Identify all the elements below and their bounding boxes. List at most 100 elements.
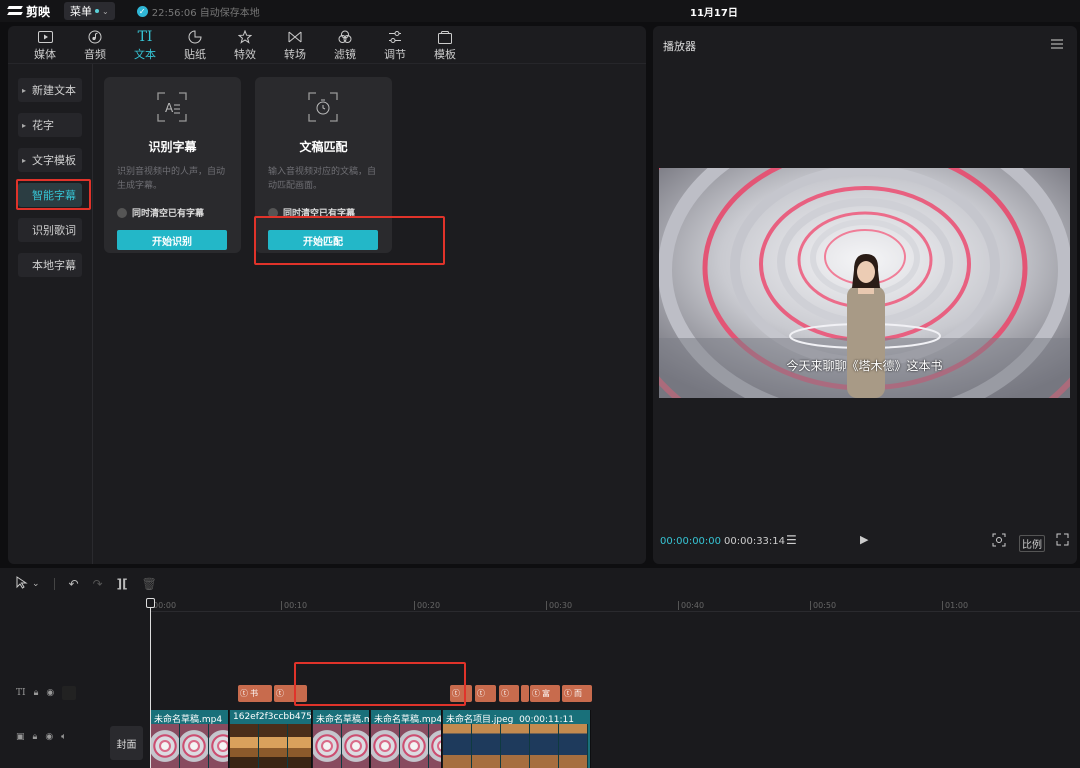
menu-icon[interactable] bbox=[1051, 39, 1063, 51]
sidebar-item-lyrics[interactable]: 识别歌词 bbox=[18, 218, 82, 242]
current-time: 00:00:00:00 bbox=[660, 536, 722, 547]
tab-effects[interactable]: 特效 bbox=[220, 26, 270, 63]
divider bbox=[53, 578, 55, 590]
tab-label: 音频 bbox=[84, 48, 106, 61]
timeline-toolbar: ⌄ ↶ ↷ ][ 🗑 bbox=[16, 576, 157, 592]
ruler-tick: 00:20 bbox=[414, 601, 440, 610]
text-clip[interactable]: ⓣ bbox=[475, 685, 496, 702]
app-logo: 剪映 bbox=[8, 3, 50, 20]
tab-media[interactable]: 媒体 bbox=[20, 26, 70, 63]
tab-template[interactable]: 模板 bbox=[420, 26, 470, 63]
text-track-icon: TI bbox=[16, 688, 26, 698]
card-title: 文稿匹配 bbox=[299, 140, 348, 154]
autosave-status: ✓ 22:56:06 自动保存本地 bbox=[136, 4, 260, 19]
split-icon[interactable]: ][ bbox=[117, 577, 128, 591]
recognize-subtitle-card: A 识别字幕 识别音视频中的人声，自动生成字幕。 同时清空已有字幕 开始识别 bbox=[104, 77, 241, 253]
track-spacer bbox=[62, 686, 77, 700]
subtitle-recognize-icon: A bbox=[156, 91, 188, 123]
select-cursor-icon[interactable] bbox=[16, 576, 28, 592]
lock-icon[interactable]: 🔒︎ bbox=[33, 732, 38, 742]
video-track-icon: ▣ bbox=[16, 732, 25, 742]
app-name: 剪映 bbox=[26, 4, 51, 19]
timecode-list-icon[interactable]: ☰ bbox=[786, 533, 797, 547]
card-title: 识别字幕 bbox=[148, 140, 197, 154]
radio-icon[interactable] bbox=[117, 207, 127, 218]
text-clip[interactable]: ⓣ 书 bbox=[238, 685, 272, 702]
menu-label: 菜单 bbox=[70, 5, 93, 18]
sticker-icon bbox=[187, 29, 203, 45]
tab-adjust[interactable]: 调节 bbox=[370, 26, 420, 63]
video-clip[interactable]: 未命名草稿.m bbox=[313, 710, 370, 768]
tab-label: 滤镜 bbox=[334, 48, 356, 61]
tab-label: 特效 bbox=[234, 48, 256, 61]
video-track-controls: ▣ 🔒︎ ◉ 🔈︎ bbox=[16, 732, 67, 742]
tab-label: 贴纸 bbox=[184, 48, 206, 61]
text-clip-icon: ⓣ bbox=[477, 689, 485, 698]
time-ruler[interactable]: 00:00 00:10 00:20 00:30 00:40 00:50 01:0… bbox=[150, 598, 1080, 612]
text-track-controls: TI 🔒︎ ◉ bbox=[16, 686, 77, 700]
cover-button[interactable]: 封面 bbox=[110, 726, 143, 760]
clear-subtitles-option[interactable]: 同时清空已有字幕 bbox=[117, 206, 204, 219]
text-clip[interactable] bbox=[521, 685, 529, 702]
menu-button[interactable]: 菜单 ⌄ bbox=[64, 2, 115, 20]
text-clip[interactable]: ⓣ 而 bbox=[562, 685, 592, 702]
video-clip[interactable]: 162ef2f3ccbb475c bbox=[230, 710, 312, 768]
sidebar-item-local-subtitle[interactable]: 本地字幕 bbox=[18, 253, 82, 277]
option-label: 同时清空已有字幕 bbox=[132, 209, 205, 219]
status-dot-icon bbox=[95, 9, 100, 13]
undo-icon[interactable]: ↶ bbox=[69, 577, 79, 591]
aspect-ratio-button[interactable]: 比例 bbox=[1019, 535, 1045, 552]
eye-icon[interactable]: ◉ bbox=[46, 688, 54, 698]
video-clip[interactable]: 未命名草稿.mp4 bbox=[151, 710, 229, 768]
materials-panel: 媒体 音频 TI 文本 贴纸 特效 转场 滤镜 调节 模板 ▸ 新建文本 ▸ 花… bbox=[8, 26, 646, 564]
sidebar-item-new-text[interactable]: 新建文本 bbox=[18, 78, 82, 102]
ruler-tick: 00:40 bbox=[678, 601, 704, 610]
sidebar-item-fancy-text[interactable]: 花字 bbox=[18, 113, 82, 137]
adjust-icon bbox=[387, 29, 403, 45]
tab-label: 媒体 bbox=[34, 48, 56, 61]
fullscreen-fit-icon[interactable] bbox=[992, 533, 1006, 550]
chevron-down-icon[interactable]: ⌄ bbox=[32, 579, 40, 589]
tab-audio[interactable]: 音频 bbox=[70, 26, 120, 63]
timeline-panel: ⌄ ↶ ↷ ][ 🗑 00:00 00:10 00:20 00:30 00:40… bbox=[0, 568, 1080, 768]
sidebar-item-text-template[interactable]: 文字模板 bbox=[18, 148, 82, 172]
video-preview[interactable]: 今天来聊聊《塔木德》这本书 bbox=[659, 168, 1070, 398]
text-clip-icon: ⓣ bbox=[532, 689, 540, 698]
text-clip[interactable]: ⓣ 富 bbox=[530, 685, 560, 702]
playhead[interactable] bbox=[150, 598, 151, 768]
tab-text[interactable]: TI 文本 bbox=[120, 26, 170, 63]
text-clip-label: 书 bbox=[250, 689, 258, 698]
text-clip-icon: ⓣ bbox=[276, 689, 284, 698]
play-icon[interactable]: ▶ bbox=[860, 533, 868, 546]
fullscreen-icon[interactable] bbox=[1056, 533, 1069, 549]
tab-label: 模板 bbox=[434, 48, 456, 61]
playhead-handle[interactable] bbox=[146, 598, 155, 608]
text-clip[interactable]: ⓣ bbox=[499, 685, 519, 702]
tab-transition[interactable]: 转场 bbox=[270, 26, 320, 63]
video-clip[interactable]: 未命名项目.jpeg 00:00:11:11 bbox=[443, 710, 591, 768]
start-recognize-button[interactable]: 开始识别 bbox=[117, 230, 227, 250]
category-toolbar: 媒体 音频 TI 文本 贴纸 特效 转场 滤镜 调节 模板 bbox=[8, 26, 646, 64]
player-panel: 播放器 今天来聊聊《塔木德》这本书 00:00:00:00 00:00:33:1… bbox=[653, 26, 1077, 564]
audio-icon bbox=[87, 29, 103, 45]
text-clip-label: 富 bbox=[542, 689, 550, 698]
redo-icon[interactable]: ↷ bbox=[93, 577, 103, 591]
svg-text:A: A bbox=[165, 101, 174, 115]
tab-sticker[interactable]: 贴纸 bbox=[170, 26, 220, 63]
clip-thumbnails bbox=[443, 724, 590, 768]
speaker-icon[interactable]: 🔈︎ bbox=[61, 732, 66, 742]
effects-icon bbox=[237, 29, 253, 45]
delete-icon[interactable]: 🗑 bbox=[142, 577, 157, 591]
text-clip-icon: ⓣ bbox=[564, 689, 572, 698]
text-clip-icon: ⓣ bbox=[501, 689, 509, 698]
ruler-tick: 00:30 bbox=[546, 601, 572, 610]
lock-icon[interactable]: 🔒︎ bbox=[34, 688, 39, 698]
ruler-tick: 01:00 bbox=[942, 601, 968, 610]
date-label: 11月17日 bbox=[690, 8, 738, 19]
media-icon bbox=[37, 29, 53, 45]
highlight-box bbox=[254, 216, 445, 265]
text-sidebar: 新建文本 花字 文字模板 智能字幕 识别歌词 本地字幕 bbox=[8, 64, 93, 564]
eye-icon[interactable]: ◉ bbox=[45, 732, 53, 742]
video-clip[interactable]: 未命名草稿.mp4 bbox=[371, 710, 442, 768]
tab-filter[interactable]: 滤镜 bbox=[320, 26, 370, 63]
